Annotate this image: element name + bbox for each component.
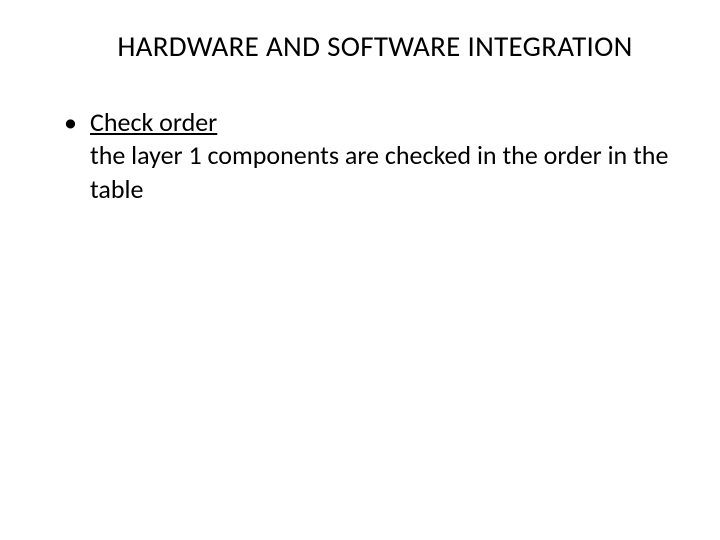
bullet-list: Check order the layer 1 components are c… [50, 106, 670, 206]
slide-title: HARDWARE AND SOFTWARE INTEGRATION [50, 28, 670, 64]
bullet-body: the layer 1 components are checked in th… [90, 139, 670, 206]
bullet-heading: Check order [90, 106, 670, 139]
list-item: Check order the layer 1 components are c… [64, 106, 670, 206]
slide-container: HARDWARE AND SOFTWARE INTEGRATION Check … [0, 0, 720, 540]
